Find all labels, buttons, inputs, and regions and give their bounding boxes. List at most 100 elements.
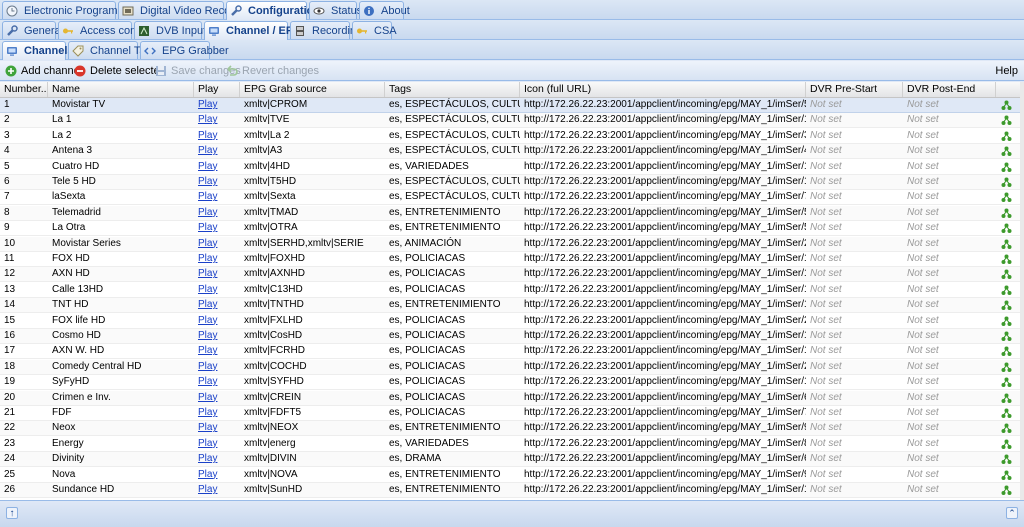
tab-status[interactable]: Status	[309, 1, 362, 19]
channel-config-icon[interactable]	[1001, 454, 1012, 465]
column-header-tags[interactable]: Tags	[385, 82, 520, 97]
tab-access-control[interactable]: Access control	[58, 21, 152, 39]
help-button[interactable]: Help	[995, 65, 1018, 77]
play-link[interactable]: Play	[198, 207, 217, 218]
tab-channels[interactable]: Channels	[2, 41, 74, 60]
play-link[interactable]: Play	[198, 469, 217, 480]
play-link[interactable]: Play	[198, 176, 217, 187]
tab-csa[interactable]: CSA	[352, 21, 397, 39]
channel-config-icon[interactable]	[1001, 470, 1012, 481]
play-link[interactable]: Play	[198, 422, 217, 433]
table-row[interactable]: 23 Energy Play xmltv|energ es, VARIEDADES htt…	[0, 437, 1020, 452]
table-row[interactable]: 15 FOX life HD Play xmltv|FXLHD es, POLICIAC…	[0, 314, 1020, 329]
channel-config-icon[interactable]	[1001, 300, 1012, 311]
table-row[interactable]: 21 FDF Play xmltv|FDFT5 es, POLICIACAS http:/…	[0, 406, 1020, 421]
channel-config-icon[interactable]	[1001, 131, 1012, 142]
channel-config-icon[interactable]	[1001, 331, 1012, 342]
play-link[interactable]: Play	[198, 361, 217, 372]
play-link[interactable]: Play	[198, 299, 217, 310]
table-row[interactable]: 7 laSexta Play xmltv|Sexta es, ESPECTÁCULOS,…	[0, 190, 1020, 206]
channel-config-icon[interactable]	[1001, 162, 1012, 173]
column-header-dvr-pre-start[interactable]: DVR Pre-Start	[806, 82, 903, 97]
table-row[interactable]: 12 AXN HD Play xmltv|AXNHD es, POLICIACAS htt…	[0, 267, 1020, 283]
channel-config-icon[interactable]	[1001, 485, 1012, 496]
play-link[interactable]: Play	[198, 315, 217, 326]
play-link[interactable]: Play	[198, 453, 217, 464]
channel-config-icon[interactable]	[1001, 254, 1012, 265]
channel-config-icon[interactable]	[1001, 115, 1012, 126]
column-header-number[interactable]: Number...	[0, 82, 48, 97]
play-link[interactable]: Play	[198, 392, 217, 403]
table-row[interactable]: 3 La 2 Play xmltv|La 2 es, ESPECTÁCULOS, CUL…	[0, 129, 1020, 144]
table-row[interactable]: 2 La 1 Play xmltv|TVE es, ESPECTÁCULOS, CULT…	[0, 113, 1020, 129]
table-row[interactable]: 6 Tele 5 HD Play xmltv|T5HD es, ESPECTÁCULOS…	[0, 175, 1020, 190]
add-channel-button[interactable]: Add channel	[5, 63, 82, 79]
channel-config-icon[interactable]	[1001, 408, 1012, 419]
tab-digital-video-recorder[interactable]: Digital Video Recorder	[118, 1, 250, 19]
play-link[interactable]: Play	[198, 114, 217, 125]
channel-config-icon[interactable]	[1001, 269, 1012, 280]
column-header-play[interactable]: Play	[194, 82, 240, 97]
play-link[interactable]: Play	[198, 376, 217, 387]
delete-selected-button[interactable]: Delete selected	[74, 63, 166, 79]
table-row[interactable]: 1 Movistar TV Play xmltv|CPROM es, ESPECTÁCU…	[0, 98, 1020, 113]
table-row[interactable]: 14 TNT HD Play xmltv|TNTHD es, ENTRETENIMIEN…	[0, 298, 1020, 314]
table-row[interactable]: 24 Divinity Play xmltv|DIVIN es, DRAMA http:/…	[0, 452, 1020, 468]
column-header-icon-url[interactable]: Icon (full URL)	[520, 82, 806, 97]
vertical-scrollbar[interactable]	[1020, 82, 1024, 500]
play-link[interactable]: Play	[198, 268, 217, 279]
tab-recording[interactable]: Recording	[290, 21, 362, 39]
play-link[interactable]: Play	[198, 191, 217, 202]
play-link[interactable]: Play	[198, 253, 217, 264]
tab-dvb-inputs[interactable]: DVB Inputs	[134, 21, 212, 39]
tab-about[interactable]: About	[359, 1, 410, 19]
play-link[interactable]: Play	[198, 438, 217, 449]
table-row[interactable]: 18 Comedy Central HD Play xmltv|COCHD es, PO…	[0, 359, 1020, 375]
play-link[interactable]: Play	[198, 238, 217, 249]
play-link[interactable]: Play	[198, 284, 217, 295]
play-link[interactable]: Play	[198, 484, 217, 495]
table-row[interactable]: 9 La Otra Play xmltv|OTRA es, ENTRETENIMIENT…	[0, 221, 1020, 237]
channel-config-icon[interactable]	[1001, 192, 1012, 203]
channel-config-icon[interactable]	[1001, 239, 1012, 250]
table-row[interactable]: 5 Cuatro HD Play xmltv|4HD es, VARIEDADES htt…	[0, 160, 1020, 175]
channel-config-icon[interactable]	[1001, 423, 1012, 434]
expand-icon[interactable]: ⌃	[1006, 507, 1018, 519]
table-row[interactable]: 20 Crimen e Inv. Play xmltv|CREIN es, POLICI…	[0, 390, 1020, 406]
column-header-dvr-post-end[interactable]: DVR Post-End	[903, 82, 996, 97]
play-link[interactable]: Play	[198, 222, 217, 233]
play-link[interactable]: Play	[198, 407, 217, 418]
tab-configuration[interactable]: Configuration	[226, 1, 320, 20]
tab-electronic-program-guide[interactable]: Electronic Program Guide	[2, 1, 150, 19]
tab-channel-epg[interactable]: Channel / EPG	[204, 21, 302, 40]
column-header-epg-grab-source[interactable]: EPG Grab source	[240, 82, 385, 97]
table-row[interactable]: 25 Nova Play xmltv|NOVA es, ENTRETENIMIENTO h…	[0, 468, 1020, 483]
play-link[interactable]: Play	[198, 99, 217, 110]
channel-config-icon[interactable]	[1001, 208, 1012, 219]
revert-changes-button[interactable]: Revert changes	[226, 63, 319, 79]
channel-config-icon[interactable]	[1001, 285, 1012, 296]
table-row[interactable]: 19 SyFyHD Play xmltv|SYFHD es, POLICIACAS htt…	[0, 375, 1020, 391]
play-link[interactable]: Play	[198, 145, 217, 156]
table-row[interactable]: 22 Neox Play xmltv|NEOX es, ENTRETENIMIENTO h…	[0, 421, 1020, 437]
tab-epg-grabber[interactable]: EPG Grabber	[140, 41, 229, 59]
channel-config-icon[interactable]	[1001, 223, 1012, 234]
play-link[interactable]: Play	[198, 161, 217, 172]
channel-config-icon[interactable]	[1001, 177, 1012, 188]
channel-config-icon[interactable]	[1001, 362, 1012, 373]
tab-general[interactable]: General	[2, 21, 63, 39]
channel-config-icon[interactable]	[1001, 377, 1012, 388]
collapse-icon[interactable]: ↑	[6, 507, 18, 519]
channel-config-icon[interactable]	[1001, 346, 1012, 357]
channel-config-icon[interactable]	[1001, 316, 1012, 327]
table-row[interactable]: 11 FOX HD Play xmltv|FOXHD es, POLICIACAS htt…	[0, 252, 1020, 267]
play-link[interactable]: Play	[198, 345, 217, 356]
table-row[interactable]: 10 Movistar Series Play xmltv|SERHD,xmltv|S…	[0, 236, 1020, 252]
tab-channel-tags[interactable]: Channel Tags	[68, 41, 157, 59]
table-row[interactable]: 13 Calle 13HD Play xmltv|C13HD es, POLICIACA…	[0, 283, 1020, 298]
channel-config-icon[interactable]	[1001, 439, 1012, 450]
channel-config-icon[interactable]	[1001, 100, 1012, 111]
column-header-name[interactable]: Name	[48, 82, 194, 97]
table-row[interactable]: 8 Telemadrid Play xmltv|TMAD es, ENTRETENIMI…	[0, 205, 1020, 221]
table-row[interactable]: 4 Antena 3 Play xmltv|A3 es, ESPECTÁCULOS, C…	[0, 144, 1020, 160]
